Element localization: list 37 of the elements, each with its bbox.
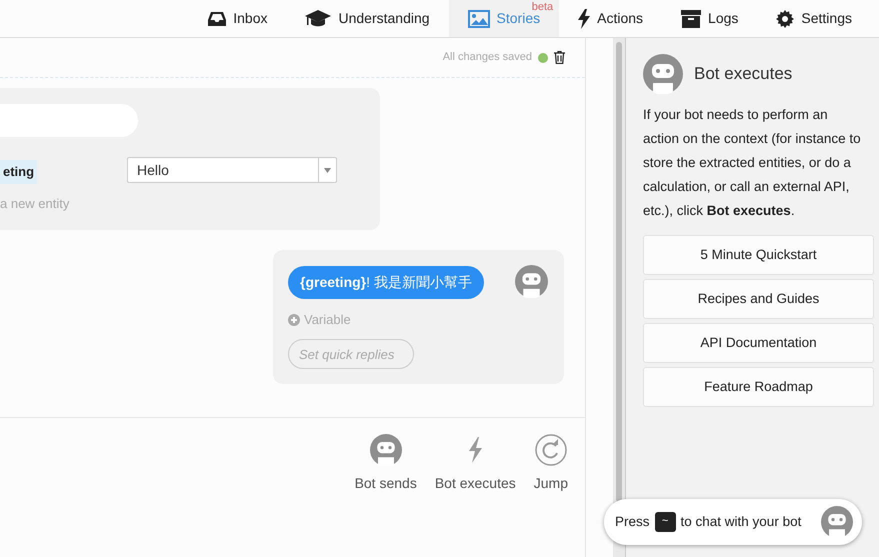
nav-tab[interactable]: Understanding [286, 0, 449, 37]
beta-label: beta [532, 1, 554, 13]
robot-icon [370, 434, 402, 466]
help-link-button[interactable]: API Documentation [643, 323, 874, 363]
action-button[interactable]: Bot sends [350, 434, 421, 494]
chat-prompt-text: to chat with your bot [680, 512, 802, 531]
help-link-button[interactable]: 5 Minute Quickstart [643, 235, 874, 275]
help-title: Bot executes [694, 63, 792, 86]
nav-tab[interactable]: Settings [757, 0, 871, 37]
nav-tab[interactable]: Actions [559, 0, 662, 37]
help-link-button[interactable]: Feature Roadmap [643, 367, 874, 407]
lightning-bolt-icon [468, 437, 482, 463]
inbox-icon [208, 10, 226, 26]
robot-icon [643, 54, 683, 94]
chat-prompt-text: Press [615, 512, 650, 531]
key-cap: ~ [654, 512, 676, 532]
lightning-bolt-icon [578, 8, 590, 28]
save-status: All changes saved [442, 50, 532, 66]
entity-value-dropdown[interactable]: Hello [127, 157, 337, 183]
archive-box-icon [681, 10, 702, 28]
bot-avatar [821, 506, 853, 538]
image-icon [468, 10, 490, 28]
nav-tab[interactable]: Logs [662, 0, 758, 37]
chat-prompt[interactable]: Press ~ to chat with your bot [604, 499, 862, 545]
action-button[interactable]: Jump [530, 434, 572, 494]
nav-tab[interactable]: Inbox [189, 0, 286, 37]
quick-replies-field[interactable]: Set quick replies [288, 339, 414, 369]
graduation-cap-icon [305, 10, 332, 28]
plus-circle-icon [288, 314, 300, 326]
bot-avatar [515, 265, 548, 298]
help-text: If your bot needs to perform an action on the context (for instance to store the extracted entities, or do a calculation, or call an external API, etc.), click Bot executes. [643, 106, 861, 220]
dropdown-caret-icon [324, 168, 331, 172]
entity-tag: eting [0, 160, 38, 184]
trash-icon[interactable] [554, 51, 565, 64]
settings-icon [776, 10, 794, 28]
help-link-button[interactable]: Recipes and Guides [643, 279, 874, 319]
action-button[interactable]: Bot executes [430, 434, 520, 494]
